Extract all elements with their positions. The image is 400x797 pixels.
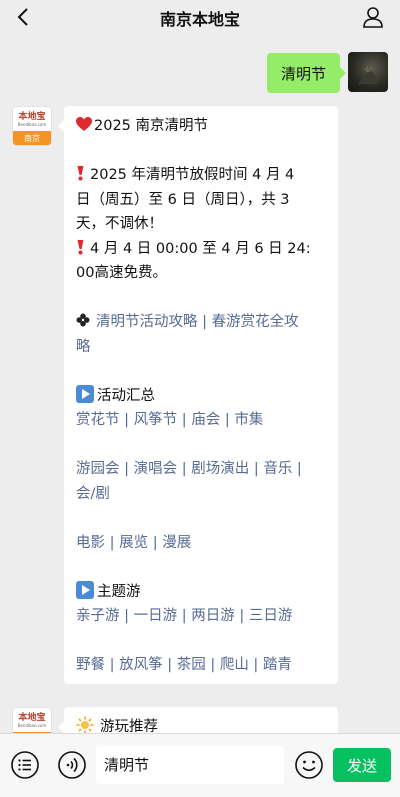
message-title-line: 2025 南京清明节: [76, 114, 326, 139]
link-separator: |: [119, 412, 134, 428]
link-separator: |: [234, 608, 249, 624]
link-item[interactable]: 音乐: [263, 461, 292, 477]
back-icon[interactable]: [10, 4, 36, 30]
holiday-text-1: 2025 年清明节放假时间 4 月 4: [90, 167, 295, 183]
link-item[interactable]: 一日游: [134, 608, 178, 624]
incoming-message: 2025 南京清明节 2025 年清明节放假时间 4 月 4 日（周五）至 6 …: [58, 106, 338, 684]
link-item[interactable]: 赏花节: [76, 412, 120, 428]
link-item[interactable]: 亲子游: [76, 608, 120, 624]
theme-row-2: 野餐 | 放风筝 | 茶园 | 爬山 | 踏青: [76, 653, 326, 678]
link-separator: |: [148, 534, 163, 551]
link-separator: |: [119, 608, 134, 624]
link-separator: |: [248, 657, 263, 673]
sun-icon: [76, 716, 94, 733]
activities-heading: 活动汇总: [76, 384, 326, 409]
holiday-line-1: 2025 年清明节放假时间 4 月 4: [76, 163, 326, 188]
link-item[interactable]: 放风筝: [119, 657, 163, 673]
link-separator: |: [105, 534, 120, 551]
activities-row-1: 赏花节 | 风筝节 | 庙会 | 市集: [76, 408, 326, 433]
message-input[interactable]: 清明节: [96, 746, 284, 784]
top-bar: 南京本地宝: [0, 0, 400, 36]
link-item[interactable]: 市集: [234, 412, 263, 428]
toll-line-2: 00高速免费。: [76, 265, 167, 281]
emoji-icon[interactable]: [294, 750, 324, 780]
logo-city: 南京: [13, 131, 51, 145]
link-item[interactable]: 三日游: [249, 608, 293, 624]
link-item[interactable]: 野餐: [76, 657, 105, 673]
logo-subtext: Bendibao.com: [17, 121, 47, 127]
activities-row-2: 游园会 | 演唱会 | 剧场演出 | 音乐 |: [76, 457, 326, 482]
theme-heading: 主题游: [76, 580, 326, 605]
outgoing-message[interactable]: 清明节: [266, 53, 347, 93]
theme-row-1: 亲子游 | 一日游 | 两日游 | 三日游: [76, 604, 326, 629]
menu-list-icon[interactable]: [10, 750, 40, 780]
link-separator: |: [162, 657, 177, 673]
incoming-message-2: 游玩推荐: [58, 707, 338, 733]
link-separator: |: [177, 461, 192, 477]
exclamation-icon: [77, 239, 84, 254]
activities-row-3: 电影 | 展览 | 漫展: [76, 531, 326, 556]
play-icon: [76, 580, 94, 599]
toll-line-1: 4 月 4 日 00:00 至 4 月 6 日 24:: [76, 237, 326, 262]
chat-area[interactable]: 清明节 本地宝 Bendibao.com 南京 2025 南京清明节 2025 …: [0, 36, 400, 733]
bot-avatar-2[interactable]: 本地宝 Bendibao.com 南京: [12, 707, 52, 733]
bot-avatar[interactable]: 本地宝 Bendibao.com 南京: [12, 106, 52, 146]
toll-text-1: 4 月 4 日 00:00 至 4 月 6 日 24:: [90, 240, 311, 257]
user-avatar[interactable]: [348, 52, 388, 92]
holiday-line-3: 天，不调休！: [76, 216, 163, 232]
link-separator: |: [177, 608, 192, 624]
link-separator: |: [119, 461, 134, 477]
heart-icon: [76, 117, 92, 131]
link-item[interactable]: 茶园: [177, 657, 206, 673]
link-activity-music-drama[interactable]: 会/剧: [76, 482, 326, 507]
link-item[interactable]: 爬山: [220, 657, 249, 673]
link-separator: |: [205, 657, 220, 673]
exclamation-icon: [77, 166, 84, 181]
link-separator: |: [105, 657, 120, 673]
logo-subtext: Bendibao.com: [17, 722, 47, 728]
second-message-title: 游玩推荐: [100, 719, 158, 733]
link-item[interactable]: 展览: [119, 535, 148, 551]
link-item[interactable]: 踏青: [263, 657, 292, 673]
link-spring-flowers-cont[interactable]: 略: [76, 335, 326, 360]
link-qingming-guide[interactable]: 清明节活动攻略: [96, 314, 198, 330]
guide-links-line: 清明节活动攻略 | 春游赏花全攻: [76, 310, 326, 335]
theme-heading-text: 主题游: [97, 583, 141, 600]
profile-icon[interactable]: [360, 4, 386, 30]
link-spring-flowers[interactable]: 春游赏花全攻: [212, 314, 299, 330]
link-item[interactable]: 庙会: [191, 412, 220, 428]
link-item[interactable]: 漫展: [162, 535, 191, 551]
link-separator: |: [249, 461, 264, 477]
send-button[interactable]: 发送: [333, 748, 391, 782]
second-message-title-line: 游玩推荐: [76, 715, 326, 733]
bottom-bar: 清明节 发送: [0, 733, 400, 797]
activities-heading-text: 活动汇总: [97, 387, 155, 404]
voice-icon[interactable]: [57, 750, 87, 780]
message-title: 2025 南京清明节: [94, 118, 209, 134]
link-item[interactable]: 剧场演出: [191, 461, 249, 477]
page-title: 南京本地宝: [159, 10, 240, 29]
link-separator: |: [220, 412, 235, 428]
link-item[interactable]: 游园会: [76, 461, 120, 477]
link-item[interactable]: 演唱会: [134, 461, 178, 477]
link-separator: |: [177, 412, 192, 428]
link-separator: |: [292, 461, 302, 477]
logo-text: 本地宝: [18, 712, 46, 723]
holiday-line-2: 日（周五）至 6 日（周日），共 3: [76, 191, 290, 208]
link-item[interactable]: 风筝节: [134, 412, 178, 428]
clover-icon: [76, 313, 90, 327]
play-icon: [76, 384, 94, 403]
link-item[interactable]: 电影: [76, 535, 105, 551]
link-item[interactable]: 两日游: [191, 608, 235, 624]
logo-text: 本地宝: [18, 111, 46, 122]
